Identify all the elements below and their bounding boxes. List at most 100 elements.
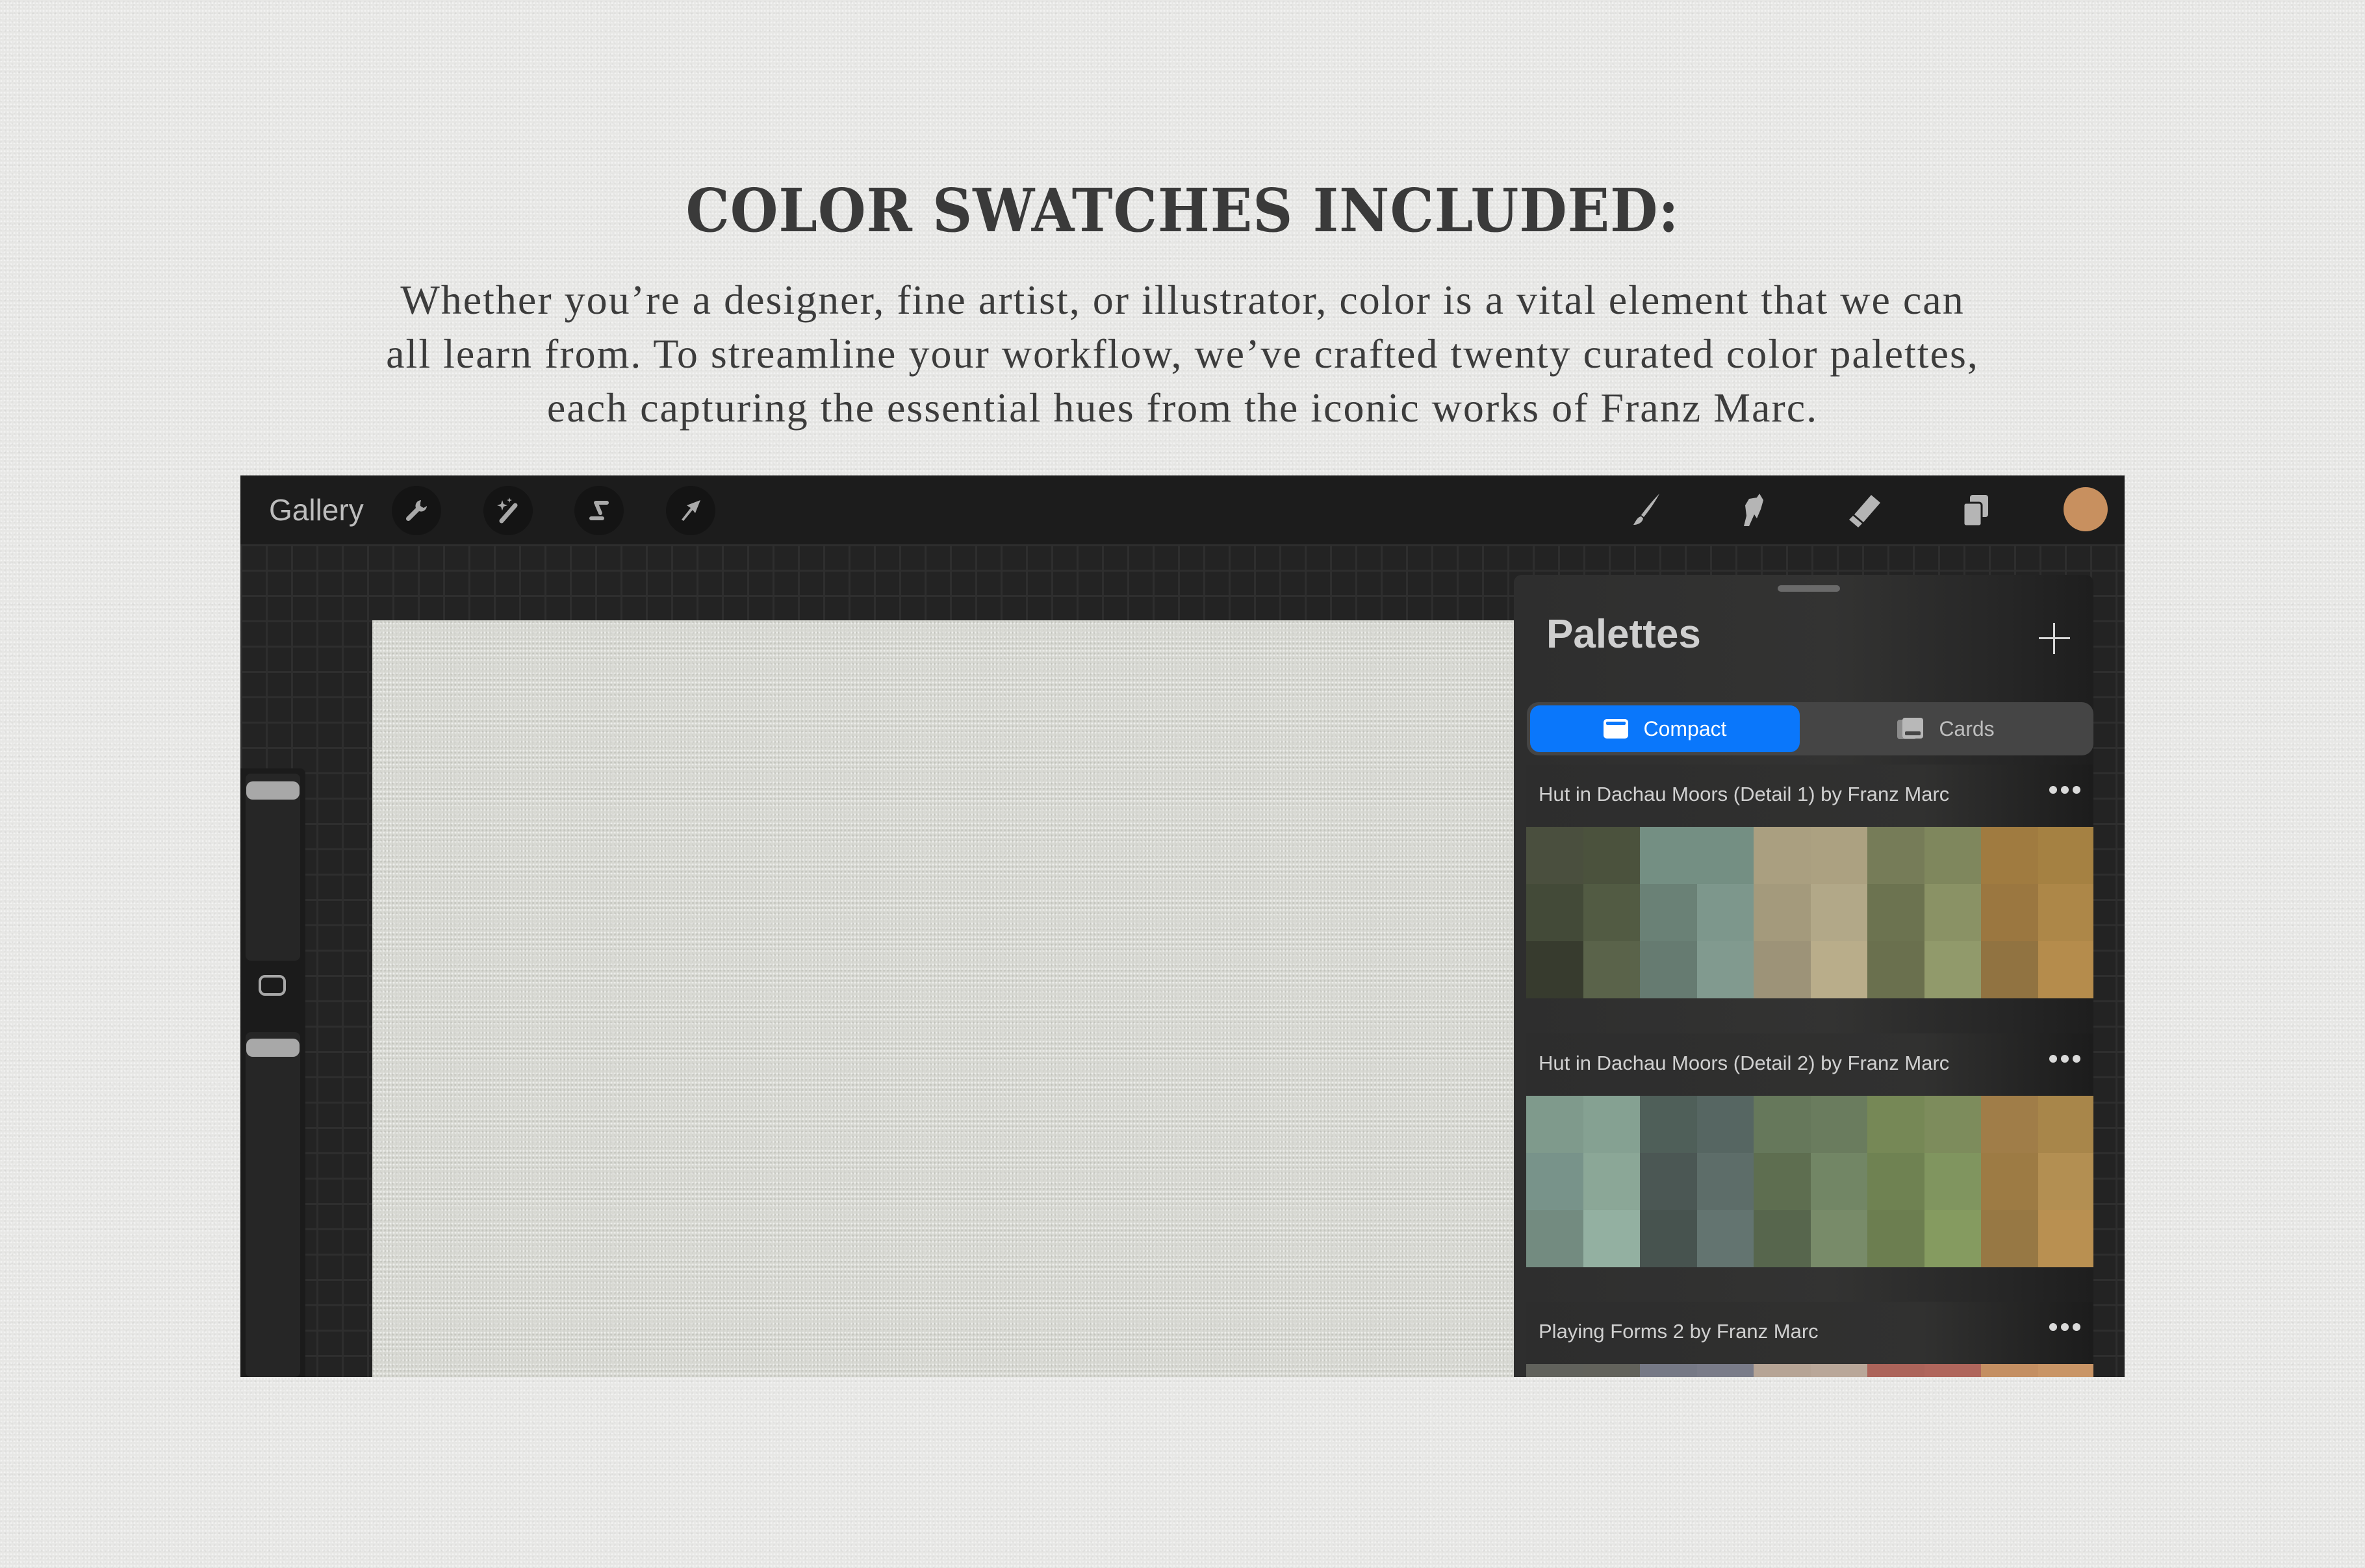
color-swatch[interactable]: [1981, 1210, 2038, 1267]
color-swatch[interactable]: [1867, 1096, 1924, 1153]
color-swatch[interactable]: [1696, 1364, 1754, 1377]
color-swatch[interactable]: [1754, 1210, 1811, 1267]
brush-size-handle[interactable]: [246, 781, 300, 800]
color-swatch[interactable]: [1640, 1364, 1697, 1377]
cards-tab[interactable]: Cards: [1800, 705, 2091, 752]
color-swatch[interactable]: [1810, 941, 1867, 998]
color-swatch[interactable]: [2038, 941, 2093, 998]
color-swatch[interactable]: [1640, 827, 1697, 884]
color-swatch[interactable]: [1696, 827, 1754, 884]
color-swatch[interactable]: [1526, 1153, 1583, 1210]
brush-button[interactable]: [1624, 490, 1666, 531]
color-swatch[interactable]: [1810, 1210, 1867, 1267]
color-swatch[interactable]: [1754, 884, 1811, 941]
color-swatch[interactable]: [1754, 1096, 1811, 1153]
gallery-button[interactable]: Gallery: [269, 492, 364, 527]
modify-button[interactable]: [259, 975, 286, 996]
smudge-button[interactable]: [1733, 490, 1775, 531]
color-swatch[interactable]: [1867, 1210, 1924, 1267]
color-swatch[interactable]: [1640, 1153, 1697, 1210]
smudge-icon: [1744, 494, 1763, 526]
color-swatch[interactable]: [1924, 1096, 1981, 1153]
color-swatch[interactable]: [1526, 941, 1583, 998]
color-swatch[interactable]: [1754, 1364, 1811, 1377]
selection-button[interactable]: [574, 486, 624, 535]
color-swatch[interactable]: [1867, 1153, 1924, 1210]
color-button[interactable]: [2064, 487, 2108, 531]
color-swatch[interactable]: [1640, 1210, 1697, 1267]
palette-header: Playing Forms 2 by Franz Marc: [1526, 1302, 2093, 1364]
color-swatch[interactable]: [1981, 827, 2038, 884]
color-swatch[interactable]: [1754, 941, 1811, 998]
color-swatch[interactable]: [1867, 1364, 1924, 1377]
color-swatch[interactable]: [1754, 827, 1811, 884]
eraser-button[interactable]: [1844, 490, 1886, 531]
color-swatch[interactable]: [1867, 827, 1924, 884]
color-swatch[interactable]: [2038, 827, 2093, 884]
color-swatch[interactable]: [1924, 1364, 1981, 1377]
color-swatch[interactable]: [1696, 884, 1754, 941]
top-toolbar: Gallery: [240, 475, 2125, 544]
color-swatch[interactable]: [1526, 1364, 1583, 1377]
actions-button[interactable]: [392, 486, 441, 535]
color-swatch[interactable]: [1981, 941, 2038, 998]
color-swatch[interactable]: [1583, 1153, 1640, 1210]
color-swatch[interactable]: [1640, 1096, 1697, 1153]
color-swatch[interactable]: [1924, 1153, 1981, 1210]
color-swatch[interactable]: [1810, 1364, 1867, 1377]
color-swatch[interactable]: [1810, 1153, 1867, 1210]
color-swatch[interactable]: [1924, 827, 1981, 884]
color-swatch[interactable]: [1810, 827, 1867, 884]
color-swatch[interactable]: [1583, 1210, 1640, 1267]
layers-button[interactable]: [1954, 490, 1996, 531]
transform-button[interactable]: [666, 486, 715, 535]
more-options-icon[interactable]: [2049, 1323, 2080, 1331]
color-swatch[interactable]: [1583, 1364, 1640, 1377]
color-swatch[interactable]: [2038, 1364, 2093, 1377]
color-swatch[interactable]: [1924, 1210, 1981, 1267]
brush-size-slider[interactable]: [246, 774, 300, 961]
plus-icon[interactable]: [2039, 623, 2070, 654]
color-swatch[interactable]: [1981, 1153, 2038, 1210]
color-swatch[interactable]: [1810, 884, 1867, 941]
cards-label: Cards: [1939, 716, 1995, 740]
color-swatch[interactable]: [2038, 1153, 2093, 1210]
panel-grabber[interactable]: [1778, 585, 1840, 592]
color-swatch[interactable]: [1981, 884, 2038, 941]
color-swatch[interactable]: [2038, 1096, 2093, 1153]
color-swatch[interactable]: [1754, 1153, 1811, 1210]
color-swatch[interactable]: [1810, 1096, 1867, 1153]
color-swatch[interactable]: [1867, 884, 1924, 941]
more-options-icon[interactable]: [2049, 1055, 2080, 1063]
color-swatch[interactable]: [1583, 941, 1640, 998]
color-swatch[interactable]: [2038, 1210, 2093, 1267]
color-swatch[interactable]: [1640, 941, 1697, 998]
adjustments-button[interactable]: [483, 486, 533, 535]
opacity-slider[interactable]: [246, 1032, 300, 1377]
color-swatch[interactable]: [1526, 1210, 1583, 1267]
color-swatch[interactable]: [1526, 827, 1583, 884]
color-swatch[interactable]: [1583, 827, 1640, 884]
color-swatch[interactable]: [1696, 1210, 1754, 1267]
canvas[interactable]: [372, 620, 1514, 1377]
cards-view-icon: [1897, 718, 1924, 739]
color-swatch[interactable]: [1526, 1096, 1583, 1153]
more-options-icon[interactable]: [2049, 786, 2080, 794]
color-swatch[interactable]: [1526, 884, 1583, 941]
color-swatch[interactable]: [1981, 1364, 2038, 1377]
color-swatch[interactable]: [1583, 1096, 1640, 1153]
color-swatch[interactable]: [1924, 941, 1981, 998]
color-swatch[interactable]: [1867, 941, 1924, 998]
color-swatch[interactable]: [1924, 884, 1981, 941]
intro-line: all learn from. To streamline your workf…: [386, 331, 1979, 377]
color-swatch[interactable]: [1696, 941, 1754, 998]
compact-tab[interactable]: Compact: [1530, 705, 1800, 752]
opacity-handle[interactable]: [246, 1039, 300, 1057]
color-swatch[interactable]: [1981, 1096, 2038, 1153]
color-swatch[interactable]: [2038, 884, 2093, 941]
palette-header: Hut in Dachau Moors (Detail 1) by Franz …: [1526, 765, 2093, 827]
color-swatch[interactable]: [1696, 1096, 1754, 1153]
color-swatch[interactable]: [1696, 1153, 1754, 1210]
color-swatch[interactable]: [1583, 884, 1640, 941]
color-swatch[interactable]: [1640, 884, 1697, 941]
